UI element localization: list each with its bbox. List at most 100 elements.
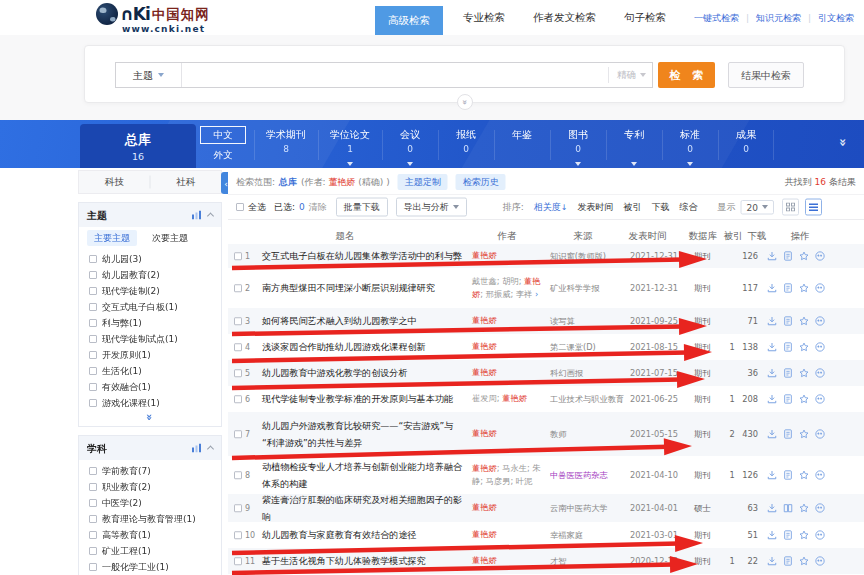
db-category[interactable]: 会议0 [382,120,438,168]
result-title[interactable]: 基于生活化视角下幼儿体验教学模式探究 [262,553,464,570]
sidebar-tab[interactable]: 社科 [150,176,222,189]
result-title[interactable]: 动植物检疫专业人才培养与创新创业能力培养融合体系的构建 [262,458,464,492]
favorite-icon[interactable] [799,470,809,480]
export-analyze-button[interactable]: 导出与分析 [396,198,467,217]
result-authors[interactable]: 董艳娇 [472,554,551,567]
filter-item[interactable]: 学前教育(7) [79,463,221,479]
expand-authors-icon[interactable]: › [535,290,538,300]
result-authors[interactable]: 董艳娇 [472,427,551,440]
show-more-button[interactable]: » [79,411,221,426]
filter-item[interactable]: 利与弊(1) [79,315,221,331]
citation-icon[interactable] [815,503,825,513]
result-source[interactable]: 中兽医医药杂志 [550,469,638,481]
result-title[interactable]: 如何将民间艺术融入到幼儿园教学之中 [262,313,464,330]
book-icon[interactable] [783,503,793,513]
checkbox[interactable] [89,319,97,327]
checkbox[interactable] [89,383,97,391]
filter-item[interactable]: 幼儿园教育(2) [79,267,221,283]
search-input[interactable] [182,63,652,87]
download-icon[interactable] [767,394,777,404]
column-header[interactable]: 作者 [487,229,527,242]
favorite-icon[interactable] [799,530,809,540]
lang-zh-tab[interactable]: 中文 [200,126,246,144]
table-row[interactable]: 5幼儿园教育中游戏化教学的创设分析董艳娇科幻画报2021-07-15期刊36 [228,360,864,386]
result-authors[interactable]: 董艳娇 [472,528,551,541]
sort-option[interactable]: 发表时间 [578,201,614,213]
favorite-icon[interactable] [799,251,809,261]
download-icon[interactable] [767,368,777,378]
read-online-icon[interactable] [783,251,793,261]
filter-item[interactable]: 职业教育(2) [79,479,221,495]
result-authors[interactable]: 董艳娇 [472,314,551,327]
scope-value[interactable]: 总库 [279,176,297,188]
citation-icon[interactable] [815,316,825,326]
filter-item[interactable]: 游戏化课程(1) [79,395,221,411]
checkbox[interactable] [89,515,97,523]
table-row[interactable]: 7幼儿园户外游戏教育比较研究——“安吉游戏”与“利津游戏”的共性与差异董艳娇教师… [228,412,864,456]
filter-item[interactable]: 交互式电子白板(1) [79,299,221,315]
filter-item[interactable]: 有效融合(1) [79,379,221,395]
scope-chip[interactable]: 检索历史 [456,174,506,190]
checkbox[interactable] [89,255,97,263]
result-source[interactable]: 幸福家庭 [550,529,638,541]
checkbox[interactable] [89,287,97,295]
db-total-tab[interactable]: 总库 16 [80,124,196,168]
sort-option[interactable]: 综合 [680,201,698,213]
row-checkbox[interactable] [234,430,242,438]
column-header[interactable]: 题名 [325,229,365,242]
nav-tab[interactable]: 句子检索 [624,11,666,25]
citation-icon[interactable] [815,429,825,439]
db-category[interactable]: 年鉴 [494,120,550,168]
lang-en-tab[interactable]: 外文 [200,148,246,161]
clear-selection[interactable]: 清除 [309,201,327,213]
row-checkbox[interactable] [234,317,242,325]
db-category[interactable]: 学术期刊8 [254,120,318,168]
sidebar-tab[interactable]: 科技 [79,176,150,189]
filter-subtab[interactable]: 次要主题 [145,230,195,246]
download-icon[interactable] [767,530,777,540]
favorite-icon[interactable] [799,394,809,404]
filter-subtab[interactable]: 主要主题 [87,230,137,246]
result-source[interactable]: 知识窗(教师版) [550,250,638,262]
citation-icon[interactable] [815,342,825,352]
result-source[interactable]: 教师 [550,428,638,440]
top-link[interactable]: 知识元检索 [756,12,801,24]
band-expand-button[interactable]: » [840,135,848,150]
search-button[interactable]: 检 索 [658,62,715,88]
table-row[interactable]: 3如何将民间艺术融入到幼儿园教学之中董艳娇读写算2021-09-25期刊71 [228,308,864,334]
checkbox[interactable] [89,563,97,571]
table-row[interactable]: 11基于生活化视角下幼儿体验教学模式探究董艳娇才智2020-12-15期刊122 [228,548,864,574]
collapse-icon[interactable] [207,445,214,452]
checkbox[interactable] [89,547,97,555]
filter-item[interactable]: 开发原则(1) [79,347,221,363]
download-icon[interactable] [767,251,777,261]
download-icon[interactable] [767,316,777,326]
column-header[interactable]: 来源 [563,229,603,242]
top-link[interactable]: 一键式检索 [694,12,739,24]
table-row[interactable]: 8动植物检疫专业人才培养与创新创业能力培养融合体系的构建董艳娇; 马永生; 朱静… [228,456,864,494]
db-category[interactable]: 报纸0 [438,120,494,168]
download-icon[interactable] [767,429,777,439]
citation-icon[interactable] [815,394,825,404]
list-view-button[interactable] [805,199,822,216]
filter-item[interactable]: 中医学(2) [79,495,221,511]
table-row[interactable]: 6现代学徒制专业教学标准的开发原则与基本功能崔发周; 董艳娇工业技术与职业教育2… [228,386,864,412]
collapse-search-button[interactable]: » [457,94,473,110]
citation-icon[interactable] [815,251,825,261]
result-source[interactable]: 矿业科学学报 [550,282,638,294]
table-row[interactable]: 9紫连膏治疗肛裂的临床研究及对相关细胞因子的影响董艳娇云南中医药大学2021-0… [228,494,864,522]
sort-option[interactable]: 相关度↓ [534,201,568,213]
table-row[interactable]: 2南方典型煤田不同埋深小断层识别规律研究戴世鑫; 胡明; 董艳娇; 邢振威; 李… [228,268,864,308]
row-checkbox[interactable] [234,395,242,403]
db-category[interactable]: 专利 [606,120,662,168]
download-icon[interactable] [767,470,777,480]
result-title[interactable]: 现代学徒制专业教学标准的开发原则与基本功能 [262,391,464,408]
result-title[interactable]: 幼儿园教育中游戏化教学的创设分析 [262,365,464,382]
table-row[interactable]: 1交互式电子白板在幼儿园集体教学活动中的利与弊董艳娇知识窗(教师版)2021-1… [228,244,864,268]
filter-item[interactable]: 现代学徒制(2) [79,283,221,299]
checkbox[interactable] [89,399,97,407]
result-source[interactable]: 云南中医药大学 [550,502,638,514]
citation-icon[interactable] [815,470,825,480]
checkbox[interactable] [89,531,97,539]
filter-item[interactable]: 生活化(1) [79,363,221,379]
